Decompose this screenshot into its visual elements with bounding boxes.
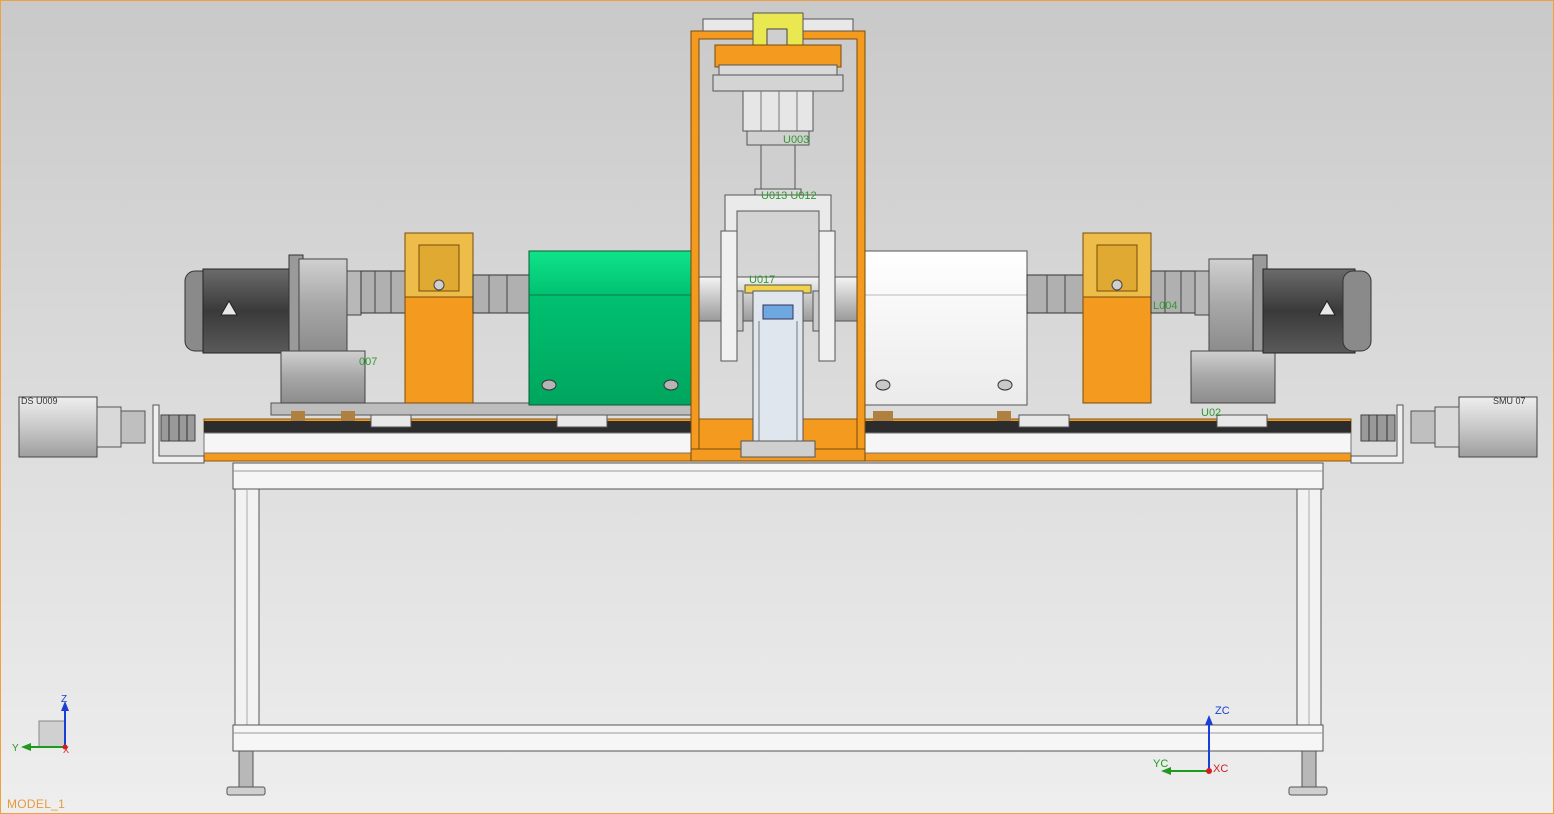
left-coupling-2 xyxy=(472,274,530,314)
csys-x-label: XC xyxy=(1213,763,1228,775)
triad-y-label: Y xyxy=(12,743,19,754)
table-frame[interactable] xyxy=(226,462,1328,796)
left-bearing-block[interactable] xyxy=(404,232,474,404)
top-actuator[interactable] xyxy=(702,12,854,200)
assembly-model[interactable]: DS U009 SMU 07 007 L004 U02 U003 U013 U0… xyxy=(1,1,1554,814)
right-servo-motor[interactable] xyxy=(1252,254,1372,354)
part-label-012: U013 U012 xyxy=(761,190,817,202)
part-label-007: 007 xyxy=(359,356,377,368)
left-coupling-1 xyxy=(360,270,406,314)
left-motor-code-label: DS U009 xyxy=(21,396,58,406)
right-bearing-block[interactable] xyxy=(1082,232,1152,404)
right-linear-motor[interactable] xyxy=(1360,396,1538,458)
left-linear-motor[interactable] xyxy=(18,396,196,458)
triad-z-label: Z xyxy=(61,694,67,705)
right-coupling-2 xyxy=(1026,274,1084,314)
view-triad[interactable]: Z Y X xyxy=(12,694,69,755)
part-label-003: U003 xyxy=(783,134,809,146)
part-label-017: U017 xyxy=(749,274,775,286)
green-motor-housing[interactable] xyxy=(528,250,696,406)
right-motor-code-label: SMU 07 xyxy=(1493,396,1526,406)
triad-x-label: X xyxy=(63,745,69,755)
csys-y-label: YC xyxy=(1153,758,1168,770)
part-label-004: L004 xyxy=(1153,300,1177,312)
left-servo-motor[interactable] xyxy=(184,254,304,354)
model-name-label: MODEL_1 xyxy=(7,797,66,811)
part-label-002: U02 xyxy=(1201,407,1221,419)
cad-viewport[interactable]: DS U009 SMU 07 007 L004 U02 U003 U013 U0… xyxy=(0,0,1554,814)
csys-z-label: ZC xyxy=(1215,705,1230,717)
white-motor-housing[interactable] xyxy=(860,250,1028,406)
